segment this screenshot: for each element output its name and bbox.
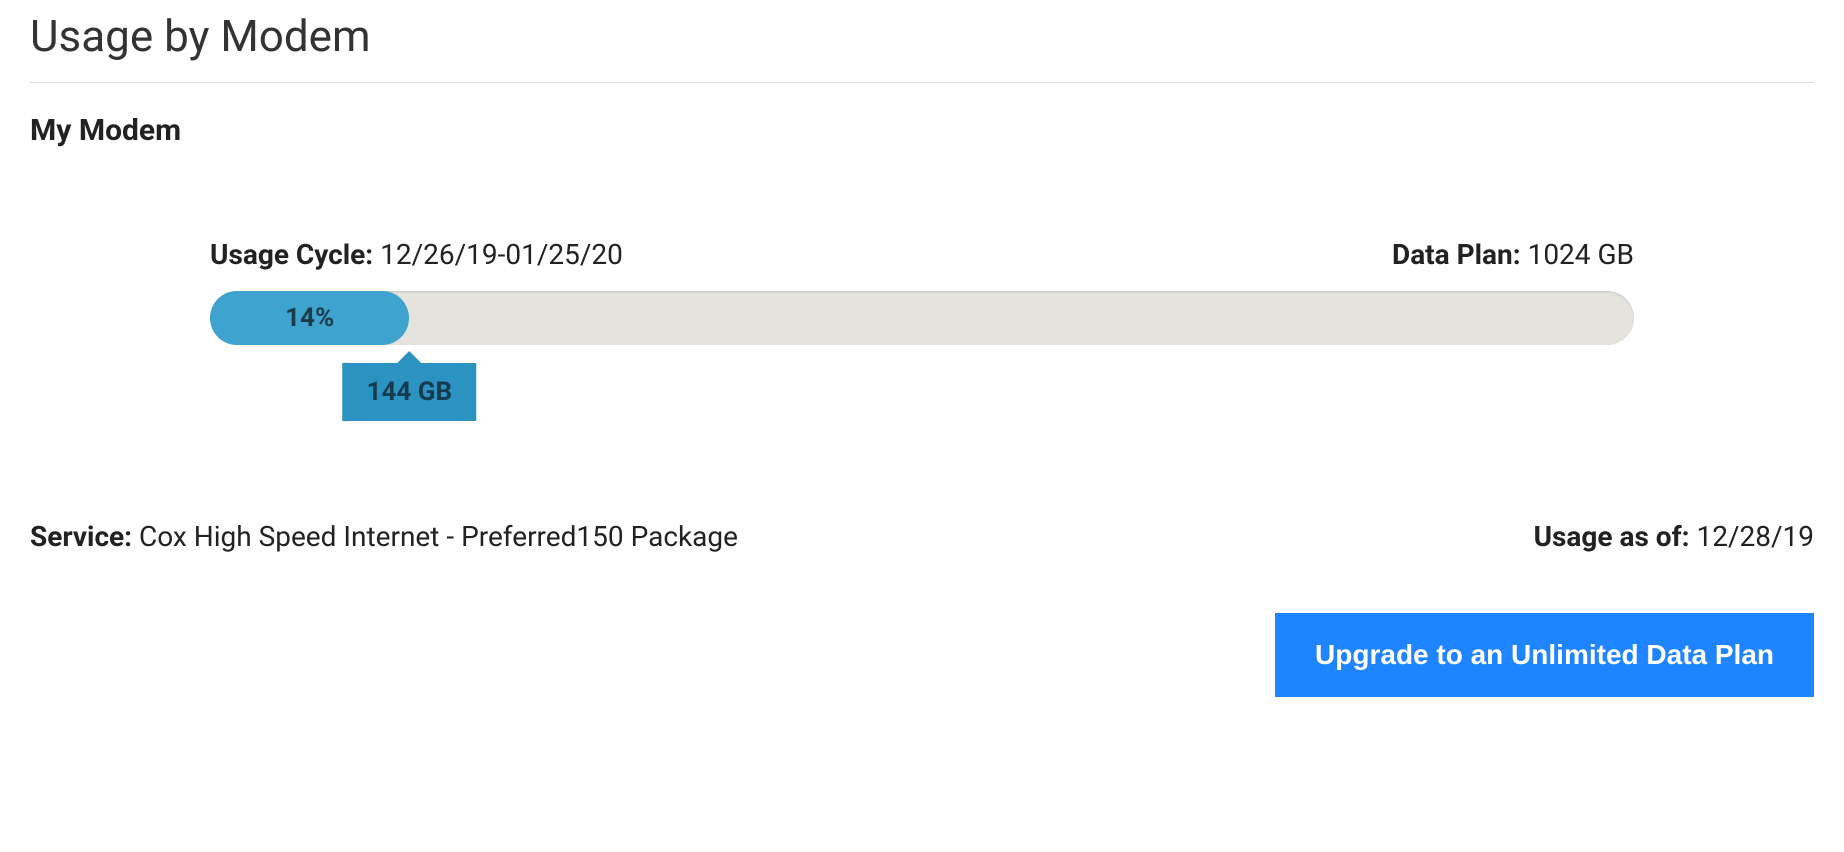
progress-fill: 14% [210,291,409,345]
usage-tooltip: 144 GB [343,363,477,421]
modem-name: My Modem [30,113,1814,148]
usage-cycle-label: Usage Cycle: [210,238,373,271]
service-info: Service: Cox High Speed Internet - Prefe… [30,520,738,553]
data-plan-label: Data Plan: [1392,238,1521,271]
page-title: Usage by Modem [30,10,1814,62]
info-row: Service: Cox High Speed Internet - Prefe… [30,520,1814,553]
upgrade-button[interactable]: Upgrade to an Unlimited Data Plan [1275,613,1814,697]
usage-as-of-value: 12/28/19 [1696,520,1814,553]
usage-section: Usage Cycle: 12/26/19-01/25/20 Data Plan… [30,238,1814,345]
usage-cycle: Usage Cycle: 12/26/19-01/25/20 [210,238,623,271]
usage-as-of-label: Usage as of: [1534,520,1690,553]
usage-header: Usage Cycle: 12/26/19-01/25/20 Data Plan… [210,238,1634,271]
progress-percent-text: 14% [285,303,334,333]
usage-progress: 14% 144 GB [210,291,1634,345]
usage-amount-text: 144 GB [367,377,453,407]
cta-row: Upgrade to an Unlimited Data Plan [30,613,1814,697]
usage-cycle-value: 12/26/19-01/25/20 [380,238,623,271]
data-plan-value: 1024 GB [1528,238,1634,271]
service-label: Service: [30,520,132,553]
divider [30,82,1814,83]
service-value: Cox High Speed Internet - Preferred150 P… [139,520,738,553]
data-plan: Data Plan: 1024 GB [1392,238,1634,271]
progress-track: 14% [210,291,1634,345]
usage-as-of: Usage as of: 12/28/19 [1534,520,1814,553]
